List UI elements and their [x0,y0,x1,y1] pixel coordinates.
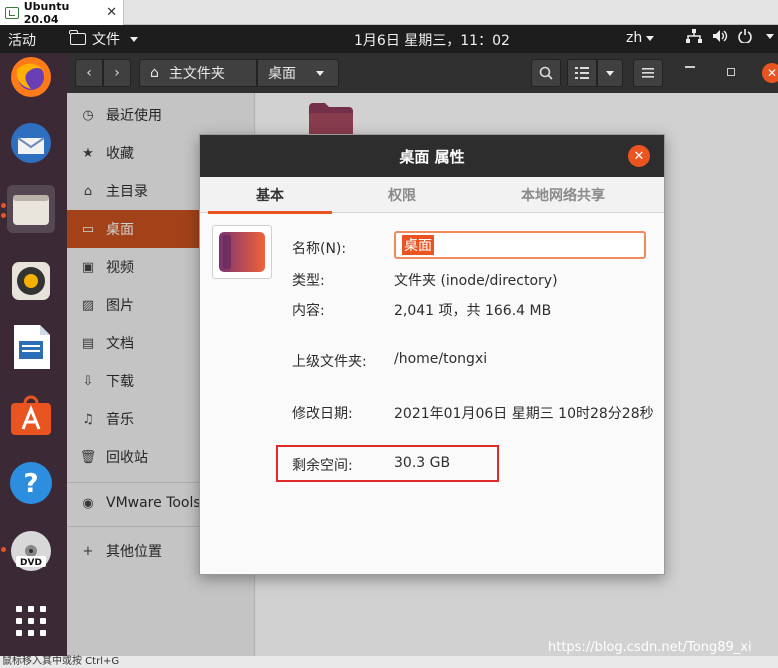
software-icon [11,395,51,435]
list-view-icon [575,67,589,79]
type-label: 类型: [292,273,325,289]
files-headerbar: ‹ › ⌂ 主文件夹 桌面 ✕ [67,53,778,93]
search-icon [539,66,553,80]
dock-writer[interactable] [7,323,55,371]
svg-text:?: ? [23,469,38,499]
path-current-label: 桌面 [268,66,296,82]
close-icon: ✕ [633,148,645,164]
clock[interactable]: 1月6日 星期三，11：02 [354,30,510,50]
firefox-icon [11,57,51,97]
system-menu[interactable] [686,29,774,43]
view-list-button[interactable] [567,59,597,87]
chevron-down-icon [606,70,614,76]
app-menu-label: 文件 [92,32,120,48]
vm-status-bar: 鼠标移入其中或按 Ctrl+G [0,656,778,668]
dock-files[interactable] [7,185,55,233]
dock-show-apps[interactable] [7,597,55,645]
path-home-label: 主文件夹 [168,66,225,82]
vm-icon [5,6,19,19]
parent-folder-label: 上级文件夹: [292,354,367,370]
dialog-close-button[interactable]: ✕ [628,145,650,167]
writer-icon [14,325,50,369]
modified-value: 2021年01月06日 星期三 10时28分28秒 [394,406,654,422]
chevron-left-icon: ‹ [86,65,92,81]
tab-basic[interactable]: 基本 [208,177,332,214]
window-close-button[interactable]: ✕ [762,63,778,83]
power-icon [738,29,752,43]
contents-label: 内容: [292,303,325,319]
path-current-button[interactable]: 桌面 [257,59,339,87]
chevron-down-icon [130,36,138,42]
dialog-tabs: 基本 权限 本地网络共享 [200,177,664,214]
maximize-button[interactable] [727,68,735,76]
dock-dvd[interactable]: DVD [7,527,55,575]
dialog-title: 桌面 属性 [200,135,664,177]
files-icon [13,195,49,225]
name-input-value: 桌面 [402,235,434,255]
volume-icon [713,30,728,42]
chevron-down-icon [766,33,774,39]
running-indicator [1,203,6,208]
modified-label: 修改日期: [292,406,353,422]
watermark: https://blog.csdn.net/Tong89_xi [548,640,752,655]
thunderbird-icon [11,123,51,163]
dock-rhythmbox[interactable] [7,257,55,305]
dock-thunderbird[interactable] [7,119,55,167]
vm-tab[interactable]: Ubuntu 20.04 ✕ [0,0,124,26]
path-home-button[interactable]: ⌂ 主文件夹 [139,59,257,87]
vm-status-hint: 鼠标移入其中或按 Ctrl+G [2,656,120,667]
parent-folder-value: /home/tongxi [394,351,488,367]
vm-tab-title: Ubuntu 20.04 [23,0,70,26]
folder-icon [219,232,265,272]
annotation-highlight-box [276,445,499,482]
dvd-icon: DVD [11,531,51,571]
view-options-button[interactable] [597,59,623,87]
minimize-button[interactable] [685,66,695,68]
close-icon: ✕ [766,66,778,80]
folder-preview-icon[interactable] [212,225,272,279]
network-icon [686,29,702,43]
input-method-menu[interactable]: zh [626,30,655,46]
running-indicator [1,213,6,218]
home-icon: ⌂ [150,65,159,81]
svg-text:DVD: DVD [20,558,42,568]
help-icon: ? [10,462,52,504]
chevron-right-icon: › [114,65,120,81]
search-button[interactable] [531,59,561,87]
hamburger-icon [642,68,654,78]
chevron-down-icon [646,35,655,41]
app-menu[interactable]: 文件 [69,29,138,49]
properties-dialog: 桌面 属性 ✕ 基本 权限 本地网络共享 名称(N): 桌面 类型: 文件夹 (… [199,134,665,575]
name-input[interactable]: 桌面 [394,231,646,259]
running-indicator [1,547,6,552]
lang-label: zh [626,30,643,46]
dock-software[interactable] [7,391,55,439]
contents-value: 2,041 项，共 166.4 MB [394,303,552,319]
dock-firefox[interactable] [7,53,55,101]
tab-local-network-share[interactable]: 本地网络共享 [490,177,636,213]
menu-button[interactable] [633,59,663,87]
forward-button[interactable]: › [103,59,131,87]
dock: ? DVD [0,53,67,668]
rhythmbox-icon [12,262,50,300]
back-button[interactable]: ‹ [75,59,103,87]
folder-icon [69,30,86,45]
app-grid-icon [16,606,46,636]
dock-help[interactable]: ? [7,459,55,507]
tab-permissions[interactable]: 权限 [340,177,464,213]
activities-button[interactable]: 活动 [8,30,36,50]
gnome-top-bar: 活动 文件 1月6日 星期三，11：02 zh [0,25,778,53]
name-label: 名称(N): [292,241,347,257]
vm-tab-strip: Ubuntu 20.04 ✕ [0,0,778,26]
type-value: 文件夹 (inode/directory) [394,273,558,289]
chevron-down-icon [316,70,324,76]
vm-tab-close-icon[interactable]: ✕ [106,5,117,20]
